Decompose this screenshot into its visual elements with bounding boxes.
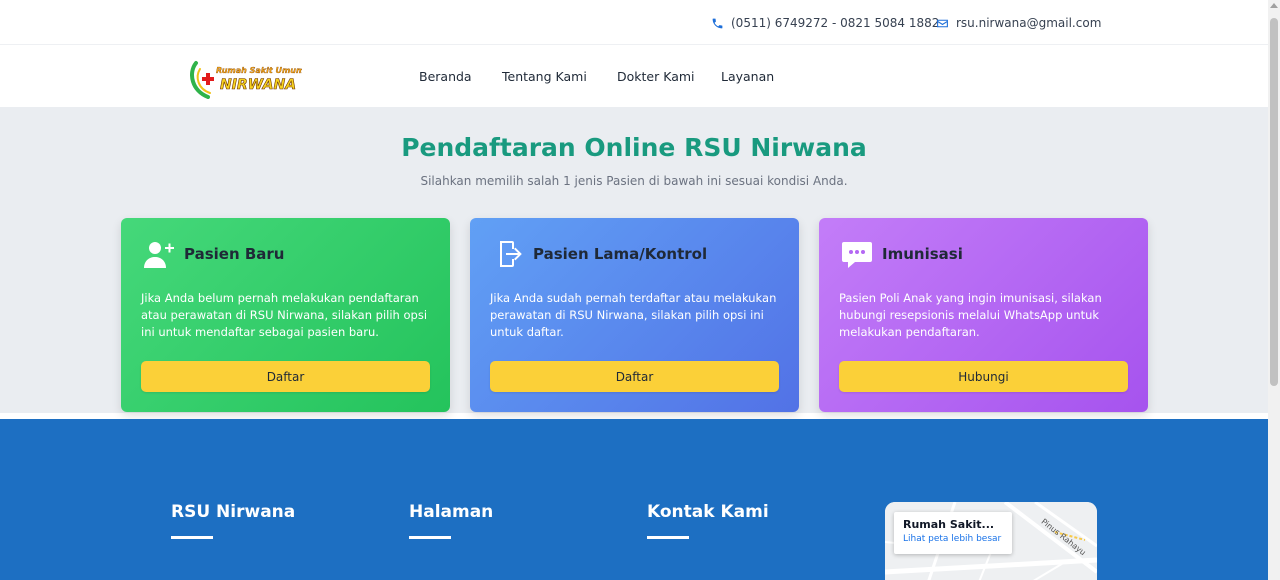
footer-title-kontak: Kontak Kami [647, 502, 769, 522]
logo-graphic: Rumah Sakit Umum NIRWANA [190, 61, 304, 99]
footer-title-rsu: RSU Nirwana [171, 502, 296, 522]
page-subtitle: Silahkan memilih salah 1 jenis Pasien di… [420, 174, 848, 188]
hubungi-button[interactable]: Hubungi [839, 361, 1128, 392]
top-contact-bar: (0511) 6749272 - 0821 5084 1882 rsu.nirw… [0, 0, 1268, 45]
card-description: Pasien Poli Anak yang ingin imunisasi, s… [839, 291, 1102, 339]
card-pasien-lama: Pasien Lama/Kontrol Jika Anda sudah pern… [470, 218, 799, 412]
card-description: Jika Anda belum pernah melakukan pendaft… [141, 291, 428, 339]
footer-divider [171, 536, 213, 539]
main-navbar: Rumah Sakit Umum NIRWANA Beranda Tentang… [0, 46, 1268, 107]
card-imunisasi: Imunisasi Pasien Poli Anak yang ingin im… [819, 218, 1148, 412]
card-title: Imunisasi [882, 245, 963, 263]
footer-divider [647, 536, 689, 539]
page-title: Pendaftaran Online RSU Nirwana [401, 133, 867, 162]
scroll-thumb[interactable] [1270, 18, 1278, 386]
footer-divider [409, 536, 451, 539]
card-title: Pasien Lama/Kontrol [533, 245, 708, 263]
nav-dokter-kami[interactable]: Dokter Kami [617, 69, 695, 84]
site-logo[interactable]: Rumah Sakit Umum NIRWANA [190, 59, 304, 99]
footer-title-halaman: Halaman [409, 502, 494, 522]
scroll-up-arrow-icon[interactable] [1270, 3, 1278, 8]
location-map[interactable]: Rumah Sakit... Lihat peta lebih besar Pi… [885, 502, 1097, 580]
svg-text:NIRWANA: NIRWANA [220, 77, 296, 93]
phone-icon [712, 18, 723, 28]
phone-number: (0511) 6749272 - 0821 5084 1882 [731, 16, 940, 30]
phone-contact[interactable]: (0511) 6749272 - 0821 5084 1882 [711, 14, 939, 32]
chat-bubble-icon [841, 238, 873, 270]
user-plus-icon [143, 238, 175, 270]
card-title: Pasien Baru [184, 245, 285, 263]
nav-beranda[interactable]: Beranda [419, 69, 472, 84]
daftar-pasien-baru-button[interactable]: Daftar [141, 361, 430, 392]
page-scrollbar[interactable] [1268, 0, 1280, 580]
site-footer: RSU Nirwana Halaman Kontak Kami Rumah Sa… [0, 419, 1268, 580]
svg-text:Rumah Sakit Umum: Rumah Sakit Umum [216, 66, 302, 75]
map-place-name: Rumah Sakit... [903, 518, 995, 531]
daftar-pasien-lama-button[interactable]: Daftar [490, 361, 779, 392]
nav-tentang-kami[interactable]: Tentang Kami [502, 69, 587, 84]
envelope-icon [937, 19, 948, 27]
email-address: rsu.nirwana@gmail.com [956, 16, 1102, 30]
email-contact[interactable]: rsu.nirwana@gmail.com [936, 14, 1101, 32]
map-place-card: Rumah Sakit... Lihat peta lebih besar [894, 512, 1012, 554]
nav-layanan[interactable]: Layanan [721, 69, 774, 84]
card-description: Jika Anda sudah pernah terdaftar atau me… [490, 291, 777, 339]
sign-in-icon [492, 238, 524, 270]
card-pasien-baru: Pasien Baru Jika Anda belum pernah melak… [121, 218, 450, 412]
map-larger-link[interactable]: Lihat peta lebih besar [903, 534, 1003, 544]
